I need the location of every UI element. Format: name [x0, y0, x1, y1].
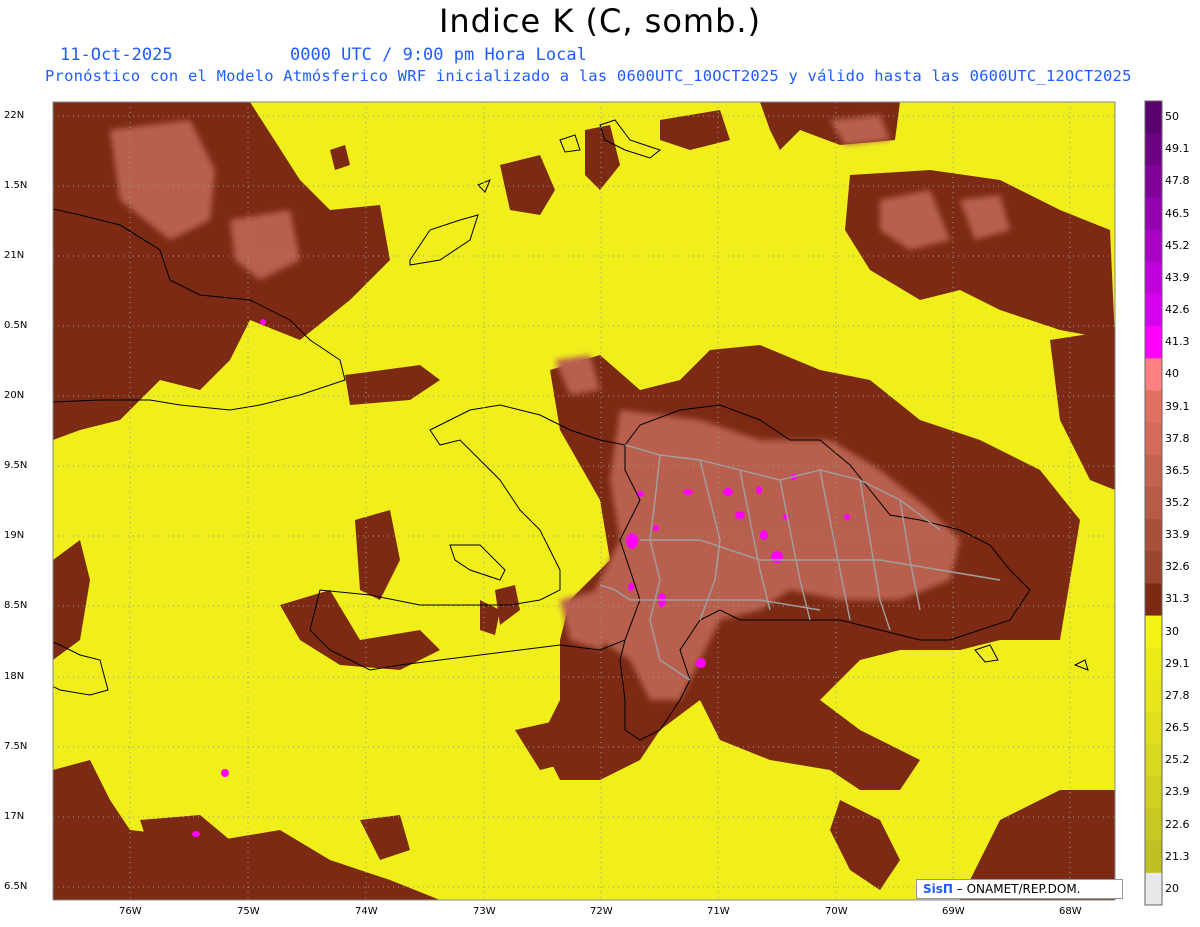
lat-label: 9.5N: [4, 460, 28, 471]
colorbar-swatch: [1145, 519, 1162, 552]
colorbar-level-label: 31.3: [1165, 592, 1190, 606]
colorbar-swatch: [1145, 293, 1162, 327]
lat-label: 8.5N: [4, 600, 28, 611]
colorbar-level-label: 25.2: [1165, 753, 1190, 767]
colorbar-level-label: 36.5: [1165, 463, 1190, 477]
colorbar-level-label: 26.5: [1165, 721, 1190, 735]
lon-label: 69W: [942, 906, 965, 917]
colorbar-level-label: 39.1: [1165, 399, 1190, 413]
forecast-map: [52, 100, 1163, 906]
lon-label: 68W: [1059, 906, 1082, 917]
lat-label: 18N: [4, 671, 25, 682]
colorbar-level-label: 43.9: [1165, 270, 1190, 284]
colorbar-level-label: 21.3: [1165, 849, 1190, 863]
colorbar-swatch: [1145, 101, 1162, 134]
lon-label: 73W: [473, 906, 496, 917]
colorbar-swatch: [1145, 229, 1162, 263]
colorbar-level-label: 30: [1165, 624, 1179, 638]
lon-label: 71W: [707, 906, 730, 917]
credit-box: SisΠ – ONAMET/REP.DOM.: [916, 879, 1123, 899]
lat-label: 6.5N: [4, 881, 28, 892]
colorbar-swatch: [1145, 454, 1162, 488]
colorbar-swatch: [1145, 422, 1162, 456]
colorbar-level-label: 47.8: [1165, 174, 1190, 188]
colorbar-swatch: [1145, 551, 1162, 584]
lat-label: 7.5N: [4, 741, 28, 752]
colorbar-level-label: 33.9: [1165, 528, 1190, 542]
credit-org: – ONAMET/REP.DOM.: [956, 882, 1081, 896]
colorbar-swatch: [1145, 326, 1162, 359]
colorbar-level-label: 27.8: [1165, 688, 1190, 702]
colorbar-level-label: 32.6: [1165, 560, 1190, 574]
colorbar-level-label: 37.8: [1165, 431, 1190, 445]
colorbar-level-label: 45.2: [1165, 238, 1190, 252]
colorbar-level-label: 50: [1165, 110, 1179, 124]
colorbar-level-label: 41.3: [1165, 335, 1190, 349]
lat-label: 22N: [4, 110, 25, 121]
lat-label: 1.5N: [4, 180, 28, 191]
brand-logo: SisΠ: [923, 882, 953, 896]
colorbar-swatch: [1145, 615, 1162, 649]
colorbar-level-label: 35.2: [1165, 496, 1190, 509]
lat-label: 19N: [4, 530, 25, 541]
colorbar-level-label: 49.1: [1165, 142, 1190, 156]
colorbar-level-label: 42.6: [1165, 303, 1190, 317]
colorbar-level-label: 20: [1165, 881, 1179, 895]
colorbar-swatch: [1145, 647, 1162, 681]
colorbar-swatch: [1145, 165, 1162, 198]
colorbar-swatch: [1145, 679, 1162, 713]
lat-label: 17N: [4, 811, 25, 822]
colorbar-swatch: [1145, 840, 1162, 874]
colorbar-swatch: [1145, 744, 1162, 777]
colorbar-level-label: 46.5: [1165, 206, 1190, 220]
lon-label: 70W: [825, 906, 848, 917]
colorbar-swatch: [1145, 133, 1162, 166]
lon-label: 72W: [590, 906, 613, 917]
colorbar-level-label: 22.6: [1165, 817, 1190, 831]
colorbar-swatch: [1145, 583, 1162, 617]
lat-label: 21N: [4, 250, 25, 261]
lat-label: 0.5N: [4, 320, 28, 331]
lon-label: 75W: [237, 906, 260, 917]
colorbar-swatch: [1145, 808, 1162, 842]
colorbar: [1144, 100, 1163, 906]
colorbar-swatch: [1145, 872, 1162, 906]
colorbar-swatch: [1145, 712, 1162, 745]
colorbar-swatch: [1145, 261, 1162, 295]
colorbar-level-label: 29.1: [1165, 656, 1190, 670]
colorbar-swatch: [1145, 358, 1162, 391]
colorbar-swatch: [1145, 390, 1162, 424]
colorbar-swatch: [1145, 197, 1162, 231]
lat-label: 20N: [4, 390, 25, 401]
colorbar-level-label: 23.9: [1165, 785, 1190, 799]
lon-label: 76W: [119, 906, 142, 917]
colorbar-level-label: 40: [1165, 367, 1179, 381]
colorbar-swatch: [1145, 486, 1162, 520]
lon-label: 74W: [355, 906, 378, 917]
colorbar-swatch: [1145, 776, 1162, 810]
